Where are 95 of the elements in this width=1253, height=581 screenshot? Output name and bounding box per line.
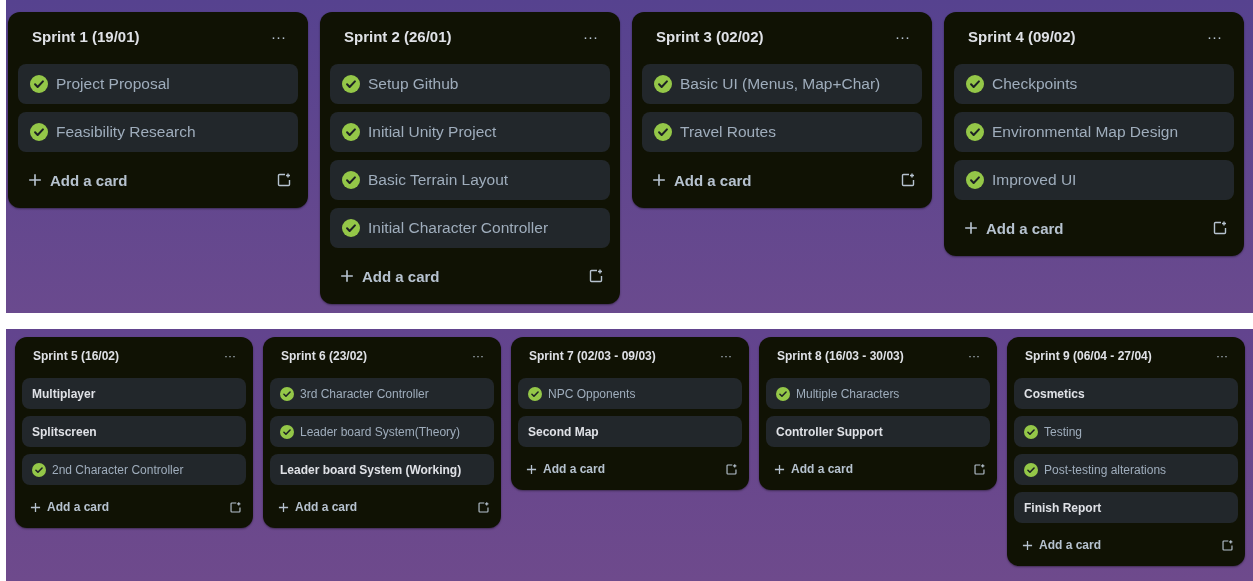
- task-card[interactable]: Environmental Map Design: [954, 112, 1234, 152]
- card-title: Testing: [1044, 424, 1083, 439]
- card-title: Feasibility Research: [56, 123, 196, 141]
- task-card[interactable]: Project Proposal: [18, 64, 298, 104]
- add-card-button[interactable]: Add a card: [336, 265, 444, 287]
- task-card[interactable]: NPC Opponents: [518, 378, 742, 409]
- task-card[interactable]: Travel Routes: [642, 112, 922, 152]
- plus-icon: [28, 173, 42, 187]
- list-title: Sprint 7 (02/03 - 09/03): [529, 348, 656, 363]
- card-template-icon[interactable]: [1221, 538, 1234, 552]
- card-title: Improved UI: [992, 171, 1077, 189]
- task-card[interactable]: Leader board System (Working): [270, 454, 494, 485]
- plus-icon: [774, 463, 785, 475]
- list-menu-button[interactable]: ···: [220, 348, 240, 363]
- list-menu-button[interactable]: ···: [1212, 348, 1232, 363]
- plus-icon: [652, 173, 666, 187]
- card-template-icon[interactable]: [276, 172, 292, 188]
- card-template-icon[interactable]: [973, 462, 986, 476]
- add-card-button[interactable]: Add a card: [960, 217, 1068, 239]
- task-card[interactable]: Feasibility Research: [18, 112, 298, 152]
- task-card[interactable]: Basic UI (Menus, Map+Char): [642, 64, 922, 104]
- add-card-button[interactable]: Add a card: [26, 498, 113, 516]
- list-menu-button[interactable]: ···: [716, 348, 736, 363]
- card-title: Second Map: [528, 424, 599, 439]
- card-title: NPC Opponents: [548, 386, 636, 401]
- card-title: Finish Report: [1024, 500, 1102, 515]
- task-card[interactable]: Improved UI: [954, 160, 1234, 200]
- card-title: Multiple Characters: [796, 386, 900, 401]
- card-template-icon[interactable]: [1212, 220, 1228, 236]
- plus-icon: [526, 463, 537, 475]
- add-card-button[interactable]: Add a card: [770, 460, 857, 478]
- card-title: Leader board System (Working): [280, 462, 462, 477]
- task-card[interactable]: 2nd Character Controller: [22, 454, 246, 485]
- task-card[interactable]: Basic Terrain Layout: [330, 160, 610, 200]
- task-card[interactable]: 3rd Character Controller: [270, 378, 494, 409]
- card-title: Initial Unity Project: [368, 123, 497, 141]
- add-card-button[interactable]: Add a card: [522, 460, 609, 478]
- card-title: Post-testing alterations: [1044, 462, 1167, 477]
- task-card[interactable]: Multiplayer: [22, 378, 246, 409]
- task-card[interactable]: Post-testing alterations: [1014, 454, 1238, 485]
- task-card[interactable]: Splitscreen: [22, 416, 246, 447]
- list-menu-button[interactable]: ···: [468, 348, 488, 363]
- add-card-button[interactable]: Add a card: [1018, 536, 1105, 554]
- card-title: Multiplayer: [32, 386, 96, 401]
- card-template-icon[interactable]: [477, 500, 490, 514]
- card-template-icon[interactable]: [588, 268, 604, 284]
- add-card-button[interactable]: Add a card: [648, 169, 756, 191]
- list-title: Sprint 3 (02/02): [656, 27, 764, 45]
- card-title: Project Proposal: [56, 75, 170, 93]
- list-menu-button[interactable]: ···: [579, 27, 602, 45]
- card-title: Basic Terrain Layout: [368, 171, 509, 189]
- list-title: Sprint 4 (09/02): [968, 27, 1076, 45]
- task-card[interactable]: Multiple Characters: [766, 378, 990, 409]
- card-title: Cosmetics: [1024, 386, 1085, 401]
- list-menu-button[interactable]: ···: [267, 27, 290, 45]
- card-title: Environmental Map Design: [992, 123, 1179, 141]
- task-card[interactable]: Finish Report: [1014, 492, 1238, 523]
- card-template-icon[interactable]: [900, 172, 916, 188]
- plus-icon: [340, 269, 354, 283]
- list-title: Sprint 2 (26/01): [344, 27, 452, 45]
- add-card-button[interactable]: Add a card: [274, 498, 361, 516]
- list-menu-button[interactable]: ···: [891, 27, 914, 45]
- list-menu-button[interactable]: ···: [1203, 27, 1226, 45]
- card-title: Setup Github: [368, 75, 459, 93]
- card-title: Leader board System(Theory): [300, 424, 461, 439]
- list-title: Sprint 5 (16/02): [33, 348, 120, 363]
- card-template-icon[interactable]: [229, 500, 242, 514]
- add-card-button[interactable]: Add a card: [24, 169, 132, 191]
- plus-icon: [30, 501, 41, 513]
- list-menu-button[interactable]: ···: [964, 348, 984, 363]
- list-title: Sprint 9 (06/04 - 27/04): [1025, 348, 1152, 363]
- task-card[interactable]: Controller Support: [766, 416, 990, 447]
- task-card[interactable]: Leader board System(Theory): [270, 416, 494, 447]
- plus-icon: [964, 221, 978, 235]
- card-title: 2nd Character Controller: [52, 462, 184, 477]
- task-card[interactable]: Setup Github: [330, 64, 610, 104]
- task-card[interactable]: Initial Character Controller: [330, 208, 610, 248]
- card-title: Basic UI (Menus, Map+Char): [680, 75, 881, 93]
- task-card[interactable]: Cosmetics: [1014, 378, 1238, 409]
- task-card[interactable]: Testing: [1014, 416, 1238, 447]
- plus-icon: [278, 501, 289, 513]
- list-title: Sprint 8 (16/03 - 30/03): [777, 348, 904, 363]
- card-title: Travel Routes: [680, 123, 776, 141]
- plus-icon: [1022, 539, 1033, 551]
- task-card[interactable]: Checkpoints: [954, 64, 1234, 104]
- card-title: 3rd Character Controller: [300, 386, 429, 401]
- list-title: Sprint 6 (23/02): [281, 348, 368, 363]
- card-title: Checkpoints: [992, 75, 1078, 93]
- card-title: Initial Character Controller: [368, 219, 549, 237]
- list-title: Sprint 1 (19/01): [32, 27, 140, 45]
- card-title: Controller Support: [776, 424, 883, 439]
- task-card[interactable]: Initial Unity Project: [330, 112, 610, 152]
- card-template-icon[interactable]: [725, 462, 738, 476]
- card-title: Splitscreen: [32, 424, 97, 439]
- task-card[interactable]: Second Map: [518, 416, 742, 447]
